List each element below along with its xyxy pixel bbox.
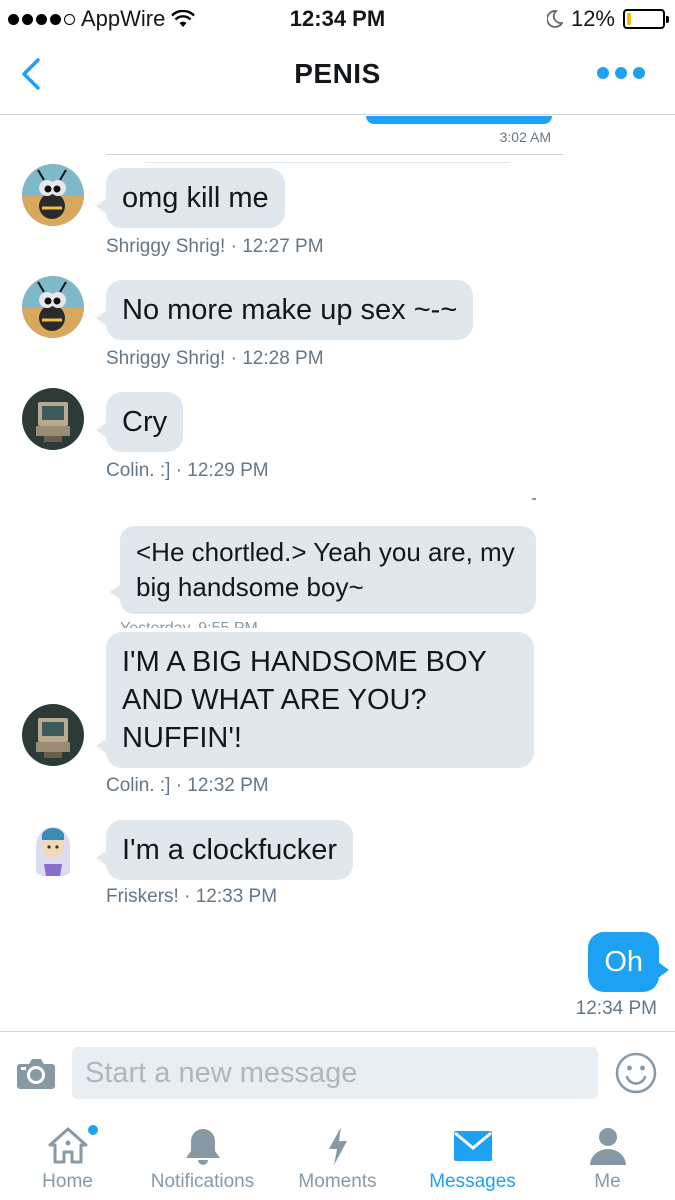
conversation-title: PENIS bbox=[294, 58, 381, 89]
quoted-message-meta: Yesterday, 9:55 PM bbox=[120, 618, 290, 628]
person-icon bbox=[589, 1128, 626, 1165]
tab-label: Notifications bbox=[150, 1171, 255, 1192]
status-right: 12% bbox=[546, 6, 669, 32]
avatar-shriggy[interactable] bbox=[22, 164, 84, 226]
message-bubble[interactable]: I'm a clockfucker bbox=[95, 820, 354, 880]
tab-label: Messages bbox=[429, 1171, 516, 1192]
tab-home[interactable]: Home bbox=[0, 1115, 135, 1200]
outgoing-message-bubble[interactable]: Oh bbox=[588, 932, 669, 992]
envelope-icon bbox=[453, 1131, 492, 1161]
message-thread[interactable]: 3:02 AM omg kill me Shriggy Shrig! · 12:… bbox=[0, 116, 675, 1030]
battery-percent: 12% bbox=[570, 6, 615, 31]
tab-bar: Home Notifications Moments Messages Me bbox=[0, 1115, 675, 1200]
avatar-colin[interactable] bbox=[22, 704, 84, 766]
lightning-icon bbox=[328, 1127, 347, 1165]
message-meta: Shriggy Shrig! · 12:27 PM bbox=[106, 236, 324, 257]
message-bubble[interactable]: No more make up sex ~-~ bbox=[95, 280, 474, 340]
notification-dot bbox=[88, 1125, 98, 1135]
outgoing-message-time: 12:34 PM bbox=[575, 998, 657, 1019]
tab-me[interactable]: Me bbox=[540, 1115, 675, 1200]
avatar-shriggy[interactable] bbox=[22, 276, 84, 338]
conversation-header: PENIS bbox=[0, 38, 675, 115]
bell-icon bbox=[185, 1129, 220, 1165]
avatar-colin[interactable] bbox=[22, 388, 84, 450]
camera-icon[interactable] bbox=[16, 1056, 56, 1090]
home-icon bbox=[48, 1127, 87, 1164]
status-bar: AppWire 12:34 PM 12% bbox=[0, 0, 675, 38]
tab-label: Home bbox=[42, 1171, 93, 1192]
message-composer bbox=[0, 1031, 675, 1115]
tab-messages[interactable]: Messages bbox=[405, 1115, 540, 1200]
message-meta: Colin. :] · 12:32 PM bbox=[106, 775, 269, 796]
tab-notifications[interactable]: Notifications bbox=[135, 1115, 270, 1200]
previous-message-time: 3:02 AM bbox=[499, 129, 551, 145]
moon-icon bbox=[546, 10, 563, 28]
divider bbox=[532, 498, 536, 500]
divider bbox=[145, 162, 510, 163]
emoji-icon[interactable] bbox=[615, 1052, 657, 1094]
previous-outgoing-bubble bbox=[366, 116, 552, 124]
tab-label: Moments bbox=[298, 1171, 377, 1192]
battery-icon bbox=[623, 9, 669, 29]
more-dots-icon[interactable] bbox=[597, 67, 645, 79]
message-bubble[interactable]: Cry bbox=[95, 392, 184, 452]
message-bubble[interactable]: I'M A BIG HANDSOME BOY AND WHAT ARE YOU?… bbox=[96, 632, 534, 768]
quoted-message-bubble[interactable]: <He chortled.> Yeah you are, my big hand… bbox=[110, 526, 536, 614]
message-meta: Friskers! · 12:33 PM bbox=[106, 886, 278, 907]
avatar-friskers[interactable] bbox=[22, 816, 84, 878]
tab-moments[interactable]: Moments bbox=[270, 1115, 405, 1200]
message-meta: Shriggy Shrig! · 12:28 PM bbox=[106, 348, 324, 369]
tab-label: Me bbox=[594, 1171, 621, 1192]
message-bubble[interactable]: omg kill me bbox=[96, 168, 285, 228]
divider bbox=[106, 154, 564, 155]
message-meta: Colin. :] · 12:29 PM bbox=[106, 460, 269, 481]
message-input[interactable] bbox=[72, 1047, 598, 1099]
